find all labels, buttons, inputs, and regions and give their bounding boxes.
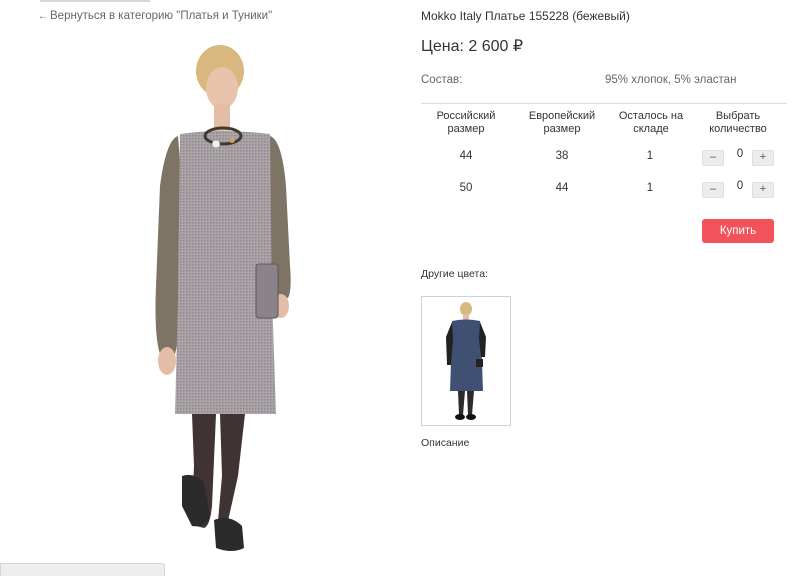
- bottom-scrollbar[interactable]: [0, 563, 165, 576]
- header-stock: Осталось на складе: [618, 110, 684, 135]
- product-image[interactable]: [120, 36, 330, 571]
- header-ru-size: Российский размер: [436, 110, 496, 135]
- product-price: Цена: 2 600 ₽: [421, 38, 524, 55]
- thumbnail-image: [446, 302, 486, 420]
- row1-stock: 1: [646, 150, 654, 162]
- row2-ru-size: 50: [459, 182, 473, 194]
- header-quantity: Выбрать количество: [709, 110, 767, 135]
- row2-eu-size: 44: [555, 182, 569, 194]
- row1-quantity-value[interactable]: 0: [734, 148, 746, 160]
- row1-minus-button[interactable]: –: [702, 150, 724, 166]
- composition-label: Состав:: [421, 74, 463, 86]
- other-colors-label: Другие цвета:: [421, 268, 488, 280]
- top-divider: [40, 0, 150, 2]
- description-tab[interactable]: Описание: [421, 437, 469, 449]
- row2-stock: 1: [646, 182, 654, 194]
- composition-value: 95% хлопок, 5% эластан: [605, 74, 737, 86]
- arrow-left-icon: ←: [38, 11, 48, 22]
- back-link-label: Вернуться в категорию "Платья и Туники": [50, 10, 273, 22]
- row1-ru-size: 44: [459, 150, 473, 162]
- product-title: Mokko Italy Платье 155228 (бежевый): [421, 9, 630, 23]
- row2-quantity-value[interactable]: 0: [734, 180, 746, 192]
- row1-plus-button[interactable]: +: [752, 150, 774, 166]
- back-to-category-link[interactable]: ← Вернуться в категорию "Платья и Туники": [38, 10, 272, 22]
- buy-button[interactable]: Купить: [702, 219, 774, 243]
- row2-minus-button[interactable]: –: [702, 182, 724, 198]
- row1-eu-size: 38: [555, 150, 569, 162]
- composition-divider: [421, 103, 787, 104]
- header-eu-size: Европейский размер: [528, 110, 596, 135]
- row2-plus-button[interactable]: +: [752, 182, 774, 198]
- other-color-thumbnail[interactable]: [421, 296, 511, 426]
